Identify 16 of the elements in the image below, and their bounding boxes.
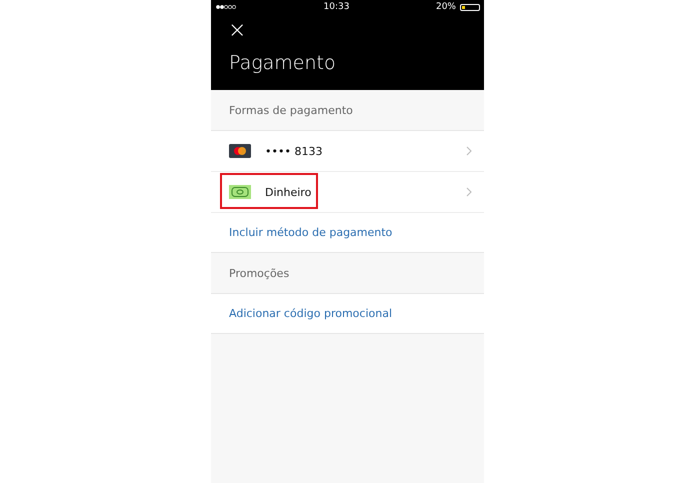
close-button[interactable]: × xyxy=(228,20,244,42)
action-link[interactable]: Incluir método de pagamento xyxy=(211,213,484,253)
page-title: Pagamento xyxy=(229,52,337,74)
battery-percent: 20% xyxy=(436,2,456,12)
payment-row[interactable]: Dinheiro xyxy=(211,172,484,213)
payment-label: Dinheiro xyxy=(265,186,312,198)
chevron-icon xyxy=(466,187,472,197)
status-time: 10:33 xyxy=(324,2,350,12)
chevron-icon xyxy=(466,146,472,156)
banknote-icon xyxy=(229,185,251,199)
battery-icon xyxy=(460,4,480,10)
card-icon xyxy=(229,144,251,158)
payment-row[interactable]: •••• 8133 xyxy=(211,131,484,172)
action-link[interactable]: Adicionar código promocional xyxy=(211,294,484,334)
payment-label: •••• 8133 xyxy=(265,144,324,158)
signal-icon xyxy=(215,4,237,10)
